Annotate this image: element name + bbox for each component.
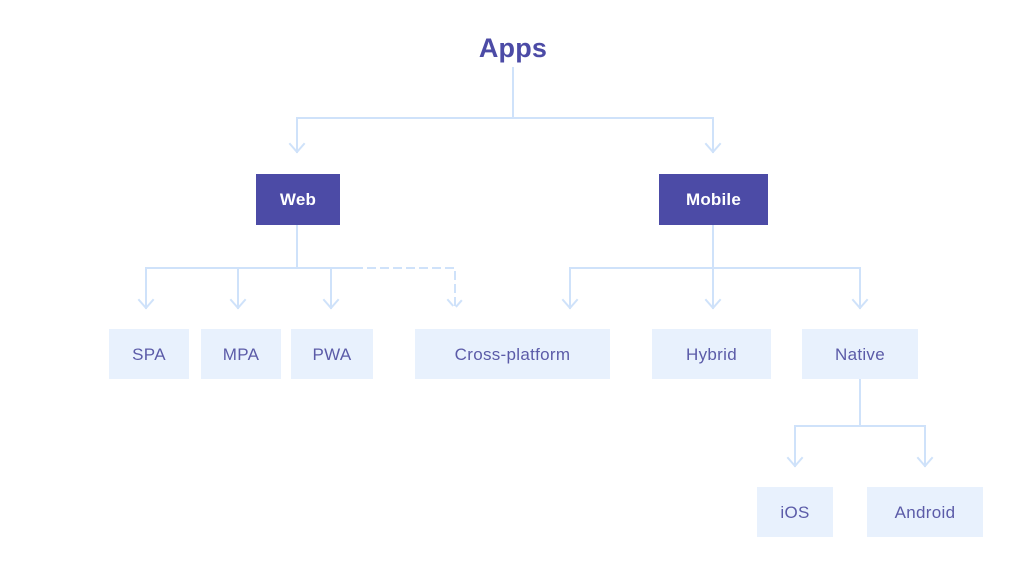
node-pwa[interactable]: PWA — [291, 329, 373, 379]
node-android[interactable]: Android — [867, 487, 983, 537]
node-ios[interactable]: iOS — [757, 487, 833, 537]
node-cross-platform-label: Cross-platform — [454, 344, 571, 364]
node-web[interactable]: Web — [256, 174, 340, 225]
edge-native-to-ios-arrow — [786, 456, 804, 468]
edge-mobile-to-native-arrow — [851, 298, 869, 310]
node-apps[interactable]: Apps — [413, 28, 613, 68]
node-native[interactable]: Native — [802, 329, 918, 379]
diagram-canvas: Apps Web Mobile SPA MPA PWA Cross-platfo… — [0, 0, 1024, 565]
node-mobile-label: Mobile — [685, 190, 742, 209]
node-web-label: Web — [279, 190, 317, 209]
edge-web-to-crossplatform-arrow — [446, 298, 464, 310]
node-android-label: Android — [894, 502, 956, 522]
edge-web-to-spa-arrow — [137, 298, 155, 310]
node-spa-label: SPA — [132, 344, 166, 364]
edge-mobile-to-hybrid-arrow — [704, 298, 722, 310]
node-mpa[interactable]: MPA — [201, 329, 281, 379]
node-hybrid-label: Hybrid — [686, 344, 737, 364]
edge-web-to-pwa-arrow — [322, 298, 340, 310]
node-native-label: Native — [835, 344, 885, 364]
edge-root-to-mobile-arrow — [704, 142, 722, 154]
node-apps-label: Apps — [478, 32, 548, 63]
edge-web-to-crossplatform-line — [354, 267, 456, 309]
node-pwa-label: PWA — [312, 344, 352, 364]
edge-web-to-mpa-arrow — [229, 298, 247, 310]
node-spa[interactable]: SPA — [109, 329, 189, 379]
edge-native-to-android-arrow — [916, 456, 934, 468]
node-hybrid[interactable]: Hybrid — [652, 329, 771, 379]
node-mpa-label: MPA — [222, 344, 260, 364]
node-cross-platform[interactable]: Cross-platform — [415, 329, 610, 379]
node-mobile[interactable]: Mobile — [659, 174, 768, 225]
edge-mobile-to-crossplatform-arrow — [561, 298, 579, 310]
node-ios-label: iOS — [780, 502, 810, 522]
edge-root-to-web-arrow — [288, 142, 306, 154]
connector-layer — [137, 67, 934, 468]
